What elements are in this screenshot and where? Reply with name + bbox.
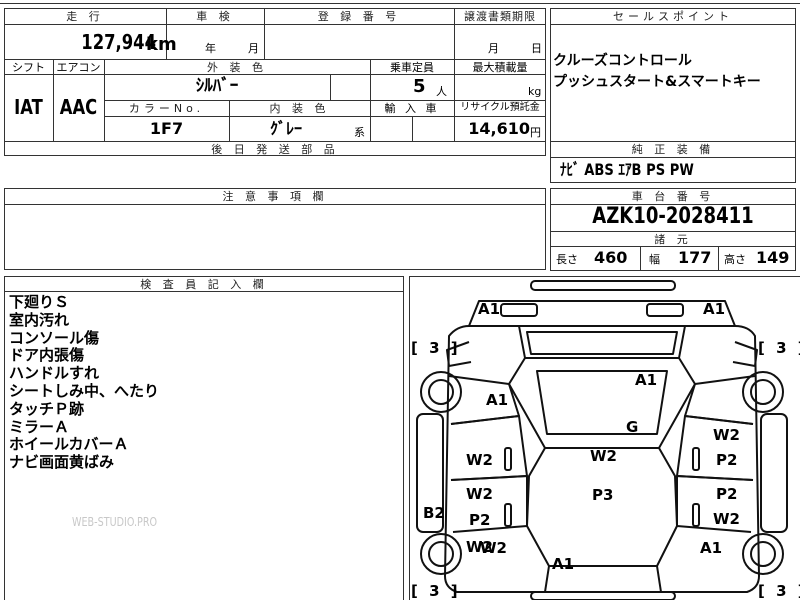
- damage-mark: P2: [469, 511, 491, 529]
- chassis-header: 車 台 番 号: [631, 190, 715, 203]
- wheel-count-front-left: [ 3 ]: [411, 339, 461, 357]
- aircon-value: AAC: [59, 95, 98, 119]
- sales-points-header: セールスポイント: [613, 10, 733, 23]
- interior-color-suffix: 系: [354, 126, 365, 139]
- inspection-header: 車 検: [196, 10, 234, 23]
- recycle-value: 14,610: [468, 119, 530, 138]
- chassis-value: AZK10-2028411: [592, 204, 754, 229]
- inspector-note: ハンドルすれ: [9, 364, 100, 383]
- width-label: 幅: [649, 253, 660, 266]
- inspector-note: ナビ画面黄ばみ: [9, 453, 115, 472]
- inspector-note: 下廻りＳ: [9, 293, 70, 311]
- inspector-note: コンソール傷: [9, 328, 100, 347]
- sales-point-item: クルーズコントロール: [553, 53, 692, 69]
- damage-mark: W2: [466, 451, 493, 469]
- shift-value: IAT: [14, 95, 43, 119]
- import-header: 輸 入 車: [384, 102, 440, 115]
- later-parts-header: 後 日 発 送 部 品: [211, 143, 339, 156]
- damage-mark: A1: [486, 391, 509, 409]
- exterior-color-value: ｼﾙﾊﾞｰ: [195, 76, 239, 96]
- specs-header: 諸 元: [654, 233, 692, 246]
- watermark: WEB-STUDIO.PRO: [72, 515, 158, 529]
- height-label: 高さ: [724, 253, 746, 266]
- wheel-count-rear-left: [ 3 ]: [411, 582, 461, 600]
- equipment-header: 純 正 装 備: [631, 143, 715, 156]
- max-load-unit: kg: [528, 85, 542, 98]
- sales-point-item: プッシュスタート&スマートキー: [553, 74, 761, 90]
- inspector-note: ドア内張傷: [9, 346, 85, 365]
- damage-mark: A1: [552, 555, 575, 573]
- caution-header: 注 意 事 項 欄: [222, 190, 328, 203]
- damage-mark: P3: [592, 486, 614, 504]
- inspector-note: ミラーＡ: [9, 417, 70, 436]
- mileage-header: 走 行: [66, 10, 104, 23]
- capacity-value: 5: [413, 76, 426, 97]
- wheel-count-rear-right: [ 3 ]: [758, 582, 800, 600]
- registration-header: 登 録 番 号: [317, 10, 401, 23]
- shift-header: シフト: [12, 61, 45, 74]
- damage-mark: W2: [713, 510, 740, 528]
- transfer-day-unit: 日: [531, 42, 542, 55]
- color-no-value: 1F7: [149, 119, 184, 138]
- damage-mark: W2: [480, 539, 507, 557]
- inspector-header: 検 査 員 記 入 欄: [140, 278, 268, 291]
- mileage-value: 127,944: [81, 30, 156, 54]
- length-label: 長さ: [556, 253, 578, 266]
- max-load-header: 最大積載量: [472, 61, 528, 74]
- damage-mark: P2: [716, 451, 738, 469]
- recycle-unit: 円: [530, 126, 541, 139]
- damage-mark: W2: [466, 485, 493, 503]
- damage-mark: A1: [635, 371, 658, 389]
- inspector-note: シートしみ中、へたり: [9, 381, 160, 400]
- damage-mark: A1: [700, 539, 723, 557]
- inspector-note: タッチＰ跡: [9, 399, 85, 418]
- inspector-notes: 下廻りＳ 室内汚れ コンソール傷 ドア内張傷 ハンドルすれ シートしみ中、へたり…: [9, 293, 160, 472]
- top-rule: [0, 3, 800, 4]
- aircon-header: エアコン: [56, 61, 101, 74]
- width-value: 177: [678, 248, 712, 267]
- damage-mark: P2: [716, 485, 738, 503]
- inspector-note: ホイールカバーＡ: [9, 435, 129, 454]
- equipment-value: ﾅﾋﾞ ABS ｴｱB PS PW: [560, 160, 694, 179]
- damage-mark: G: [626, 418, 639, 436]
- inspection-month-unit: 月: [248, 42, 259, 55]
- transfer-header: 譲渡書類期限: [464, 10, 536, 23]
- inspector-note: 室内汚れ: [9, 310, 70, 329]
- inspection-year-unit: 年: [205, 42, 216, 55]
- capacity-unit: 人: [436, 85, 447, 98]
- length-value: 460: [594, 248, 628, 267]
- mileage-unit: km: [146, 34, 177, 55]
- damage-mark: B2: [423, 504, 445, 522]
- color-no-header: カラーNo.: [128, 102, 205, 115]
- recycle-header: リサイクル預託金: [460, 102, 540, 113]
- wheel-count-front-right: [ 3 ]: [758, 339, 800, 357]
- damage-mark: W2: [590, 447, 617, 465]
- interior-color-header: 内 装 色: [269, 102, 330, 115]
- damage-mark: W2: [713, 426, 740, 444]
- capacity-header: 乗車定員: [390, 61, 434, 74]
- interior-color-value: ｸﾞﾚｰ: [270, 119, 303, 138]
- damage-mark: A1: [478, 300, 501, 318]
- transfer-month-unit: 月: [488, 42, 499, 55]
- height-value: 149: [756, 248, 790, 267]
- damage-mark: A1: [703, 300, 726, 318]
- exterior-color-header: 外 装 色: [207, 61, 267, 74]
